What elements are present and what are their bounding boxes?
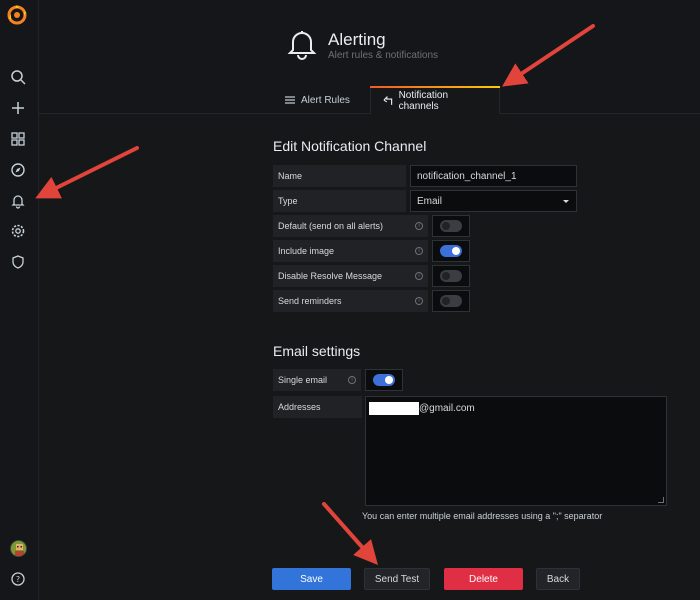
plus-icon[interactable]: [9, 99, 27, 117]
default-label: Default (send on all alerts) i: [273, 215, 428, 237]
help-icon[interactable]: ?: [9, 570, 27, 588]
page-subtitle: Alert rules & notifications: [328, 50, 439, 61]
include-image-toggle[interactable]: [432, 240, 470, 262]
tab-notification-channels[interactable]: Notification channels: [370, 86, 500, 114]
toggle-switch: [440, 270, 462, 282]
save-button[interactable]: Save: [272, 568, 351, 590]
tab-label: Alert Rules: [301, 94, 350, 106]
type-label: Type: [273, 190, 406, 212]
toggle-switch: [373, 374, 395, 386]
resize-handle[interactable]: [658, 497, 664, 503]
page-title: Alerting: [328, 30, 386, 49]
info-icon: i: [415, 222, 423, 230]
dashboards-icon[interactable]: [9, 130, 27, 148]
include-image-label: Include image i: [273, 240, 428, 262]
toggle-switch: [440, 295, 462, 307]
send-reminders-label: Send reminders i: [273, 290, 428, 312]
delete-button[interactable]: Delete: [444, 568, 523, 590]
grafana-logo-icon[interactable]: [6, 4, 28, 26]
redacted-block: [369, 402, 419, 415]
info-icon: i: [415, 247, 423, 255]
name-input[interactable]: notification_channel_1: [410, 165, 577, 187]
sidebar: ?: [0, 0, 39, 600]
back-button[interactable]: Back: [536, 568, 580, 590]
single-email-toggle[interactable]: [365, 369, 403, 391]
info-icon: i: [415, 272, 423, 280]
bell-icon[interactable]: [9, 192, 27, 210]
arrow-to-bell-icon: [35, 146, 139, 199]
info-icon: i: [415, 297, 423, 305]
toggle-switch: [440, 245, 462, 257]
addresses-textarea[interactable]: @gmail.com: [365, 396, 667, 506]
compass-icon[interactable]: [9, 161, 27, 179]
list-icon: [285, 96, 295, 104]
gear-icon[interactable]: [9, 222, 27, 240]
disable-resolve-toggle[interactable]: [432, 265, 470, 287]
share-icon: [383, 95, 393, 105]
chevron-down-icon: [563, 200, 569, 203]
toggle-switch: [440, 220, 462, 232]
bell-icon: [287, 28, 317, 60]
send-test-button[interactable]: Send Test: [364, 568, 430, 590]
send-reminders-toggle[interactable]: [432, 290, 470, 312]
default-toggle[interactable]: [432, 215, 470, 237]
info-icon: i: [348, 376, 356, 384]
shield-icon[interactable]: [9, 253, 27, 271]
tab-alert-rules[interactable]: Alert Rules: [273, 86, 362, 114]
email-settings-title: Email settings: [273, 343, 361, 359]
addresses-label: Addresses: [273, 396, 362, 418]
page-header: Alerting Alert rules & notifications Ale…: [39, 0, 700, 114]
form-title: Edit Notification Channel: [273, 138, 427, 154]
svg-text:?: ?: [16, 575, 20, 584]
disable-resolve-label: Disable Resolve Message i: [273, 265, 428, 287]
type-select[interactable]: Email: [410, 190, 577, 212]
single-email-label: Single email i: [273, 369, 361, 391]
search-icon[interactable]: [9, 68, 27, 86]
addresses-help-text: You can enter multiple email addresses u…: [362, 511, 603, 521]
name-label: Name: [273, 165, 406, 187]
tab-label: Notification channels: [398, 89, 449, 112]
avatar[interactable]: [10, 540, 27, 557]
